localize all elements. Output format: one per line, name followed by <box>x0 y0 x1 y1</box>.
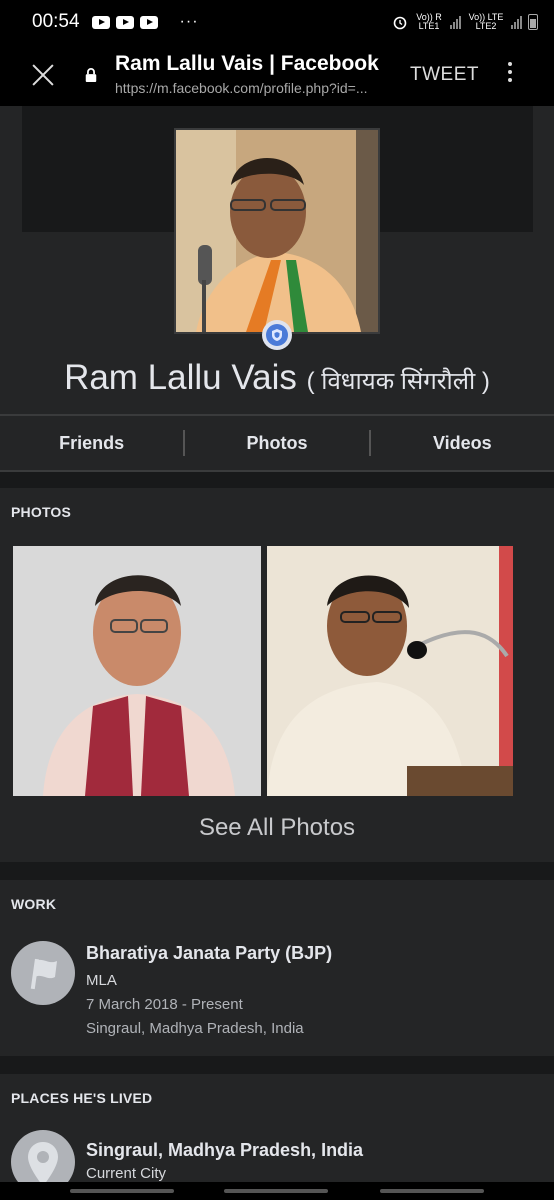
profile-photo-image <box>176 130 378 332</box>
tab-photos[interactable]: Photos <box>185 416 368 470</box>
nav-back-handle[interactable] <box>70 1189 174 1193</box>
page-title: Ram Lallu Vais | Facebook <box>115 52 379 75</box>
section-gap <box>0 472 554 488</box>
section-gap <box>0 862 554 880</box>
photo-thumbnail[interactable] <box>13 546 261 796</box>
photo-image <box>13 546 261 796</box>
photo-thumbnail[interactable] <box>267 546 513 796</box>
flag-icon <box>11 941 75 1005</box>
signal-icon <box>450 15 461 29</box>
work-entry-location: Singraul, Madhya Pradesh, India <box>86 1020 304 1037</box>
status-bar: 00:54 ··· Vo)) R LTE1 Vo)) LTE LTE2 <box>0 0 554 44</box>
youtube-notification-icon <box>91 15 110 29</box>
work-section-title: WORK <box>11 896 57 912</box>
custom-tab-toolbar: Ram Lallu Vais | Facebook https://m.face… <box>0 44 554 106</box>
profile-shield-icon <box>262 320 292 350</box>
photo-image <box>267 546 513 796</box>
tab-videos[interactable]: Videos <box>371 416 554 470</box>
more-options-icon[interactable] <box>506 62 514 88</box>
places-section-title: PLACES HE'S LIVED <box>11 1090 153 1106</box>
sim2-network-label: Vo)) LTE LTE2 <box>468 12 504 31</box>
system-nav-bar <box>0 1182 554 1200</box>
tab-friends[interactable]: Friends <box>0 416 183 470</box>
battery-icon <box>528 14 538 30</box>
status-time: 00:54 <box>32 11 80 32</box>
profile-picture[interactable] <box>174 128 380 334</box>
profile-name-subtitle: ( विधायक सिंगरौली ) <box>306 368 490 395</box>
status-indicators: Vo)) R LTE1 Vo)) LTE LTE2 <box>392 13 538 31</box>
work-entry-name[interactable]: Bharatiya Janata Party (BJP) <box>86 943 332 964</box>
profile-name: Ram Lallu Vais ( विधायक सिंगरौली ) <box>0 358 554 398</box>
photos-section-title: PHOTOS <box>11 504 72 520</box>
page-url: https://m.facebook.com/profile.php?id=..… <box>115 80 368 96</box>
youtube-notification-icon <box>139 15 158 29</box>
signal-icon <box>511 15 522 29</box>
work-entry-role: MLA <box>86 972 117 989</box>
section-gap <box>0 1056 554 1074</box>
nav-recents-handle[interactable] <box>380 1189 484 1193</box>
place-entry-type: Current City <box>86 1165 167 1182</box>
places-section: PLACES HE'S LIVED <box>0 1074 554 1182</box>
more-notifications-icon: ··· <box>179 13 199 30</box>
alarm-icon <box>393 16 407 30</box>
sim1-network-label: Vo)) R LTE1 <box>416 12 442 31</box>
url-block[interactable]: Ram Lallu Vais | Facebook https://m.face… <box>115 52 405 96</box>
profile-tabs: Friends Photos Videos <box>0 416 554 470</box>
see-all-photos-link[interactable]: See All Photos <box>0 814 554 842</box>
lock-icon <box>85 68 97 82</box>
tweet-button[interactable]: TWEET <box>410 64 479 86</box>
youtube-notification-icon <box>115 15 134 29</box>
close-icon[interactable] <box>0 44 86 106</box>
nav-home-handle[interactable] <box>224 1189 328 1193</box>
profile-name-text: Ram Lallu Vais <box>64 358 297 397</box>
place-entry-name[interactable]: Singraul, Madhya Pradesh, India <box>86 1140 363 1161</box>
work-entry-dates: 7 March 2018 - Present <box>86 996 243 1013</box>
